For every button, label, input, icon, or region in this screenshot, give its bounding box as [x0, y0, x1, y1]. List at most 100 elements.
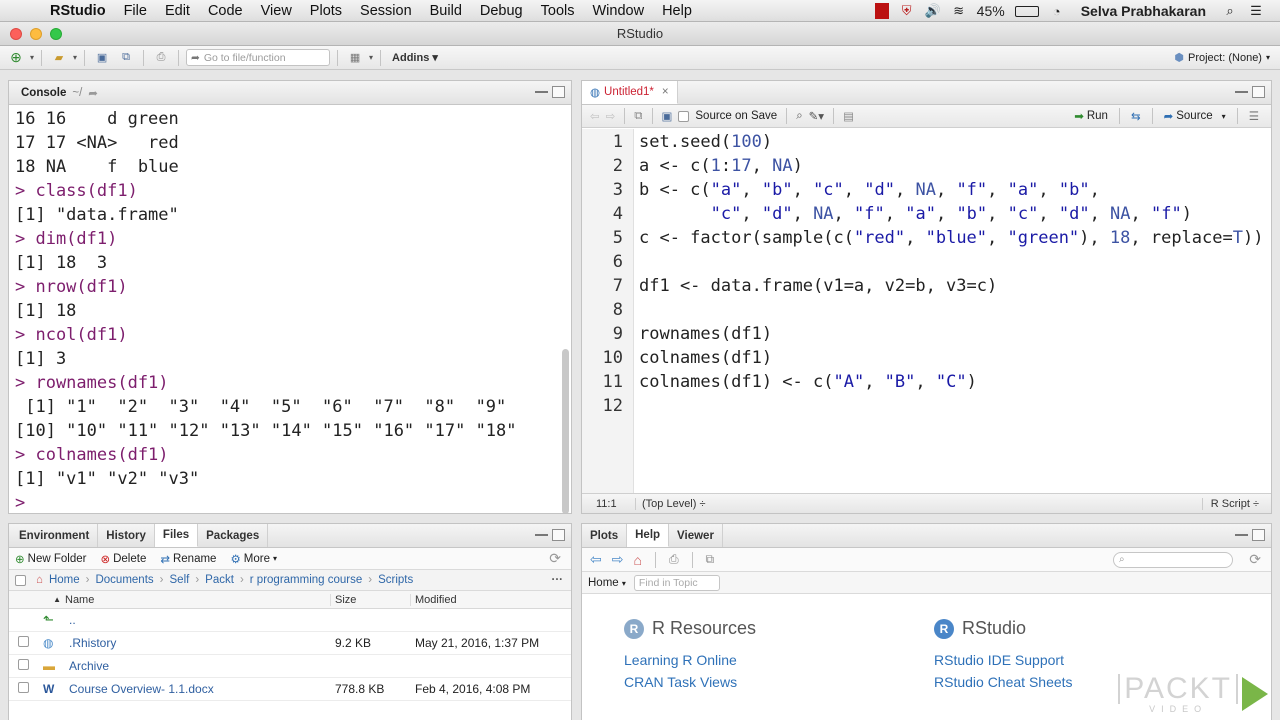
breadcrumb-r-programming-course[interactable]: r programming course	[250, 574, 362, 586]
column-modified[interactable]: Modified	[411, 594, 457, 606]
goto-file-function-input[interactable]: ➦ Go to file/function	[186, 49, 331, 66]
minimize-pane-icon[interactable]	[535, 529, 548, 536]
table-row[interactable]: ⬑ ..	[9, 609, 571, 632]
menu-file[interactable]: File	[115, 3, 156, 19]
menu-window[interactable]: Window	[583, 3, 653, 19]
refresh-icon[interactable]: ⟳	[1249, 551, 1261, 568]
battery-icon[interactable]	[1014, 5, 1039, 17]
code-line[interactable]: b <- c("a", "b", "c", "d", NA, "f", "a",…	[639, 178, 1271, 202]
magic-wand-icon[interactable]: ✎▾	[809, 109, 824, 123]
file-name[interactable]: .Rhistory	[69, 636, 335, 650]
code-area[interactable]: set.seed(100) a <- c(1:17, NA) b <- c("a",…	[634, 129, 1271, 493]
maximize-pane-icon[interactable]	[1252, 86, 1265, 98]
spotlight-search-icon[interactable]: ⌕	[1222, 3, 1238, 18]
tab-files[interactable]: Files	[154, 524, 199, 547]
new-folder-button[interactable]: ⊕ New Folder	[15, 552, 86, 566]
tab-help[interactable]: Help	[627, 524, 670, 547]
volume-icon[interactable]: 🔊	[925, 3, 941, 18]
new-file-dropdown-icon[interactable]: ▾	[30, 53, 34, 62]
home-dropdown[interactable]: Home ▾	[588, 577, 626, 589]
zoom-window-button[interactable]	[50, 28, 62, 40]
breadcrumb-home[interactable]: Home	[49, 574, 80, 586]
rstudio-cheat-sheets-link[interactable]: RStudio Cheat Sheets	[934, 671, 1073, 693]
record-icon[interactable]	[874, 3, 889, 19]
column-size[interactable]: Size	[331, 593, 411, 606]
tab-environment[interactable]: Environment	[9, 524, 99, 547]
save-icon[interactable]: ▣	[662, 109, 673, 123]
tab-viewer[interactable]: Viewer	[669, 524, 723, 547]
print-icon[interactable]: ⎙	[669, 552, 679, 567]
scope-selector[interactable]: (Top Level) ÷	[636, 498, 706, 510]
refresh-icon[interactable]: ⟳	[549, 550, 561, 567]
console-tab[interactable]: Console	[9, 87, 66, 99]
notification-center-icon[interactable]: ☰	[1248, 3, 1264, 18]
menu-help[interactable]: Help	[653, 3, 701, 19]
outline-icon[interactable]: ☰	[1249, 109, 1259, 123]
file-type-selector[interactable]: R Script ÷	[1201, 497, 1259, 510]
column-name[interactable]: Name	[65, 593, 331, 606]
code-line[interactable]	[639, 250, 1271, 274]
code-line[interactable]: rownames(df1)	[639, 322, 1271, 346]
minimize-pane-icon[interactable]	[1235, 529, 1248, 536]
breadcrumb-documents[interactable]: Documents	[95, 574, 153, 586]
breadcrumb-self[interactable]: Self	[170, 574, 190, 586]
run-button[interactable]: ➡ Run	[1074, 109, 1108, 123]
menu-view[interactable]: View	[252, 3, 301, 19]
sort-asc-icon[interactable]: ▲	[9, 595, 65, 604]
breadcrumb-scripts[interactable]: Scripts	[378, 574, 413, 586]
code-line[interactable]: set.seed(100)	[639, 130, 1271, 154]
code-line[interactable]	[639, 394, 1271, 418]
console-scrollbar[interactable]	[562, 349, 569, 513]
minimize-window-button[interactable]	[30, 28, 42, 40]
addins-menu[interactable]: Addins ▾	[392, 51, 438, 64]
code-line[interactable]: c <- factor(sample(c("red", "blue", "gre…	[639, 226, 1271, 250]
forward-arrow-icon[interactable]: ⇨	[606, 109, 616, 123]
menu-debug[interactable]: Debug	[471, 3, 532, 19]
new-file-icon[interactable]: ⊕	[6, 49, 26, 67]
tab-packages[interactable]: Packages	[198, 524, 269, 547]
menu-tools[interactable]: Tools	[532, 3, 584, 19]
rstudio-ide-support-link[interactable]: RStudio IDE Support	[934, 649, 1073, 671]
maximize-pane-icon[interactable]	[552, 86, 565, 98]
menu-build[interactable]: Build	[421, 3, 471, 19]
menu-code[interactable]: Code	[199, 3, 252, 19]
table-row[interactable]: ◍ .Rhistory 9.2 KB May 21, 2016, 1:37 PM	[9, 632, 571, 655]
more-button[interactable]: ⚙ More ▾	[230, 552, 277, 566]
grid-layout-icon[interactable]: ▦	[345, 49, 365, 67]
select-all-checkbox[interactable]	[15, 574, 26, 586]
rename-button[interactable]: ⇄ Rename	[160, 552, 216, 566]
menu-plots[interactable]: Plots	[301, 3, 351, 19]
maximize-pane-icon[interactable]	[552, 529, 565, 541]
tab-untitled1[interactable]: ◍ Untitled1* ×	[582, 81, 678, 104]
menu-session[interactable]: Session	[351, 3, 421, 19]
wifi-icon[interactable]: ≋	[951, 3, 967, 18]
close-tab-icon[interactable]: ×	[662, 86, 669, 98]
close-window-button[interactable]	[10, 28, 22, 40]
row-checkbox[interactable]	[18, 636, 29, 647]
clock-icon[interactable]: ◔	[1049, 4, 1065, 19]
tab-plots[interactable]: Plots	[582, 524, 628, 547]
find-replace-icon[interactable]: ⌕	[796, 110, 802, 123]
help-search-input[interactable]: ⌕	[1113, 551, 1233, 568]
home-icon[interactable]: ⌂	[36, 574, 43, 586]
user-name[interactable]: Selva Prabhakaran	[1075, 3, 1212, 19]
maximize-pane-icon[interactable]	[1252, 529, 1265, 541]
file-name[interactable]: ..	[69, 613, 335, 627]
menu-edit[interactable]: Edit	[156, 3, 199, 19]
delete-button[interactable]: ⊗ Delete	[100, 552, 146, 566]
source-dropdown-icon[interactable]: ▾	[1222, 112, 1226, 121]
project-menu[interactable]: ⬢ Project: (None) ▾	[1174, 51, 1270, 65]
layout-dropdown-icon[interactable]: ▾	[369, 53, 373, 62]
tab-history[interactable]: History	[98, 524, 155, 547]
minimize-pane-icon[interactable]	[535, 86, 548, 93]
save-icon[interactable]: ▣	[92, 49, 112, 67]
row-checkbox[interactable]	[18, 682, 29, 693]
back-arrow-icon[interactable]: ⇦	[590, 551, 602, 568]
source-on-save-checkbox[interactable]	[678, 110, 690, 122]
code-line[interactable]	[639, 298, 1271, 322]
table-row[interactable]: W Course Overview- 1.1.docx 778.8 KB Feb…	[9, 678, 571, 701]
learning-r-online-link[interactable]: Learning R Online	[624, 649, 756, 671]
open-project-icon[interactable]: ▰	[49, 49, 69, 67]
minimize-pane-icon[interactable]	[1235, 86, 1248, 93]
rerun-icon[interactable]: ⇆	[1131, 109, 1141, 123]
